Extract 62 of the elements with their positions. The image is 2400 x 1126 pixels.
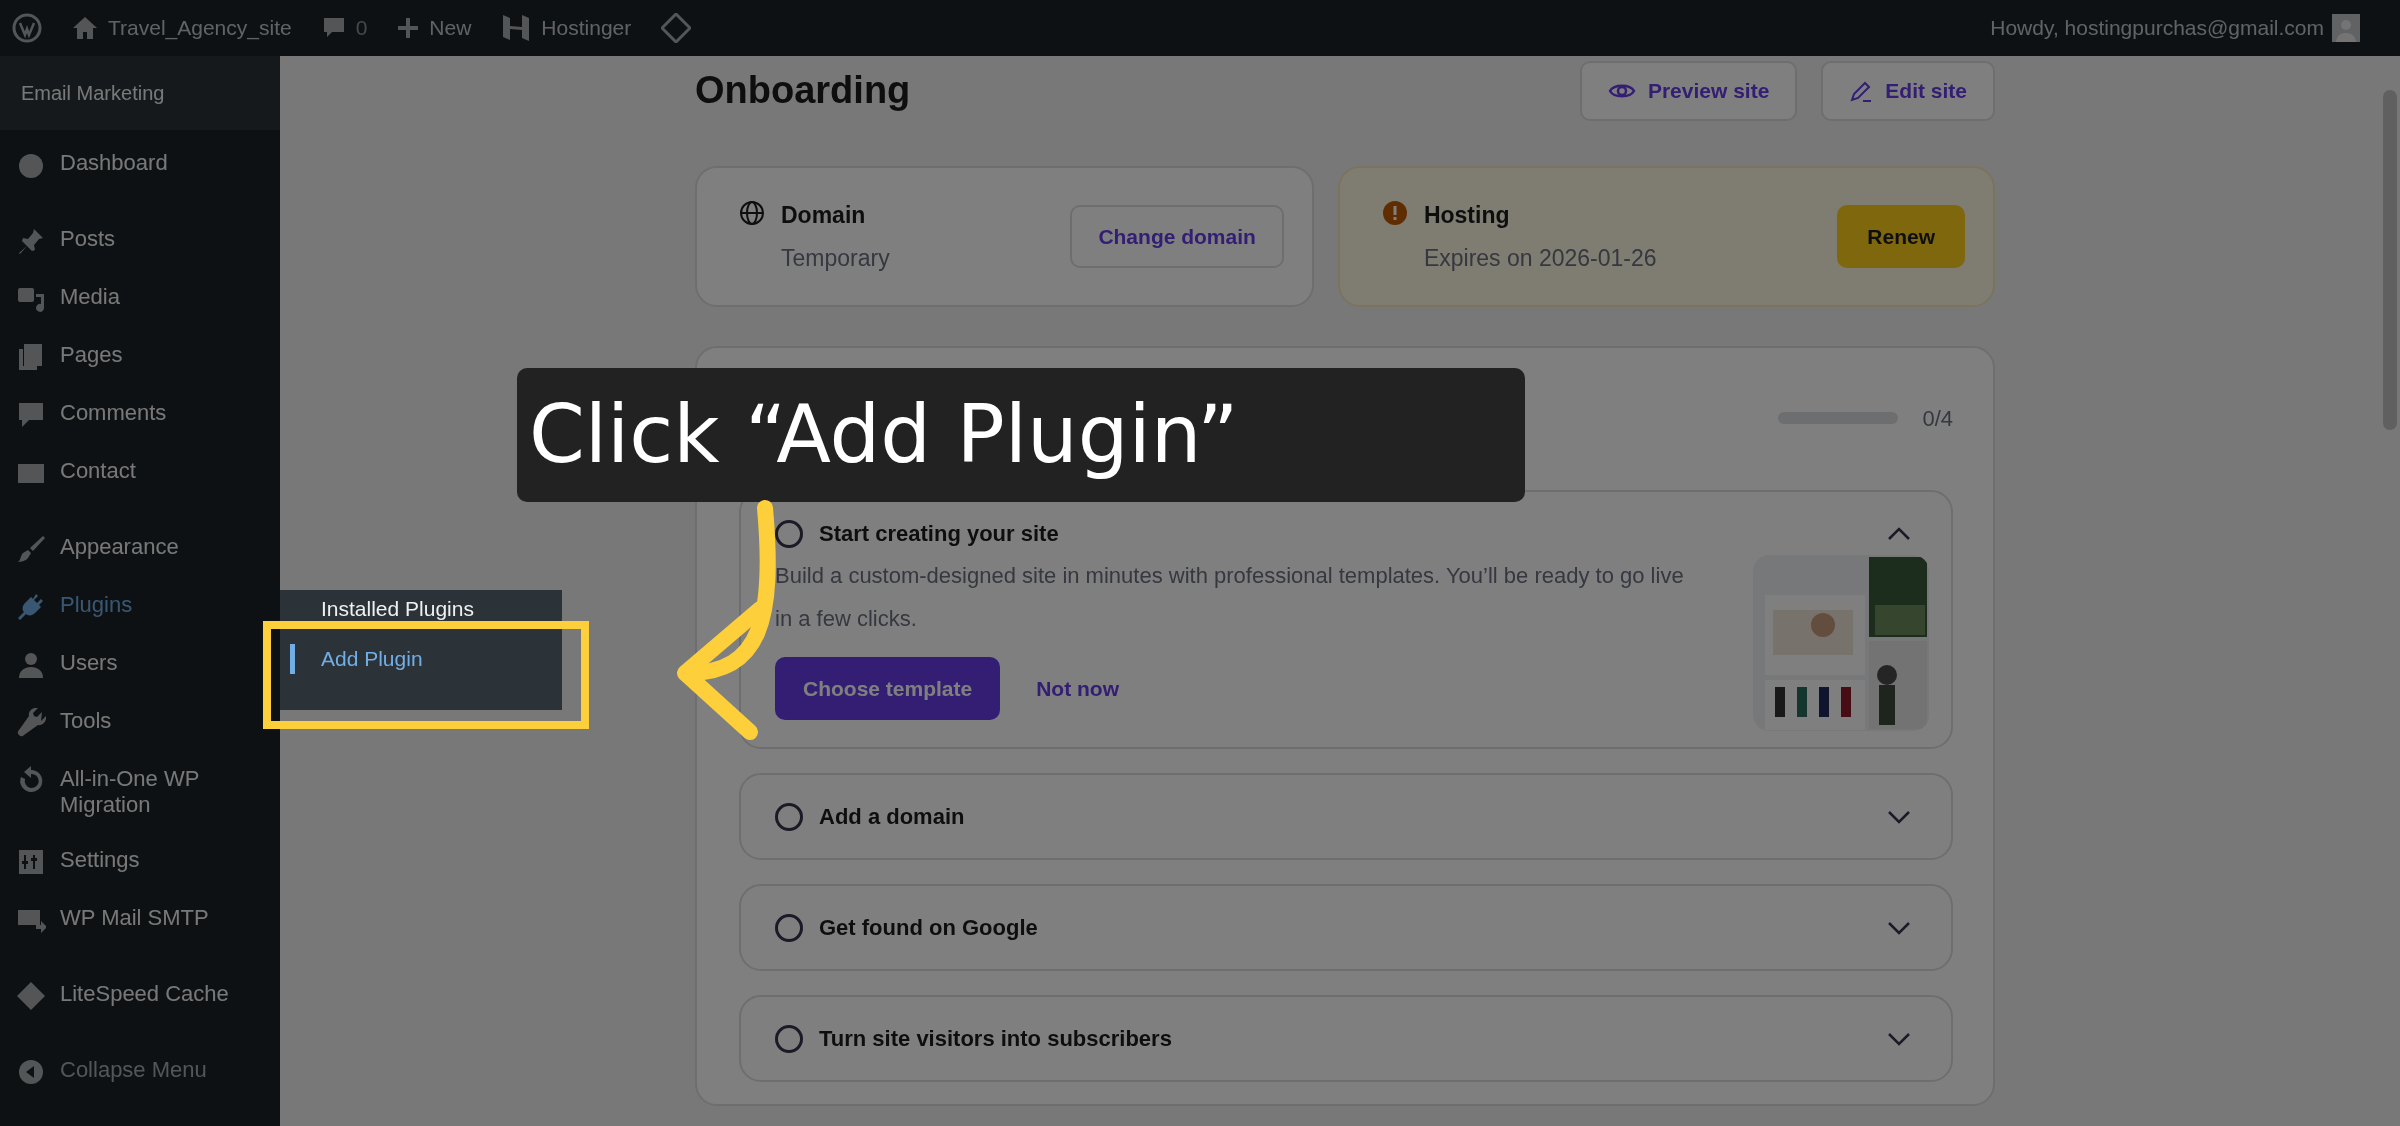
page-title: Onboarding xyxy=(695,68,911,114)
chevron-down-icon[interactable] xyxy=(1887,921,1911,936)
comment-icon xyxy=(321,16,346,40)
card-title: Hosting xyxy=(1423,201,1511,230)
plus-icon xyxy=(397,17,420,39)
sidebar-item[interactable]: Contact xyxy=(0,444,280,502)
renew-button[interactable]: Renew xyxy=(1837,204,1965,269)
sidebar-item[interactable]: Appearance xyxy=(0,520,280,578)
setup-step[interactable]: Get found on Google xyxy=(739,884,1953,971)
wordpress-logo-icon[interactable] xyxy=(12,13,42,43)
sidebar-item[interactable]: All-in-One WP Migration xyxy=(0,752,280,833)
step-title: Start creating your site xyxy=(819,520,1059,548)
tutorial-tooltip: Click “Add Plugin” xyxy=(517,368,1525,502)
diamond-icon xyxy=(16,980,46,1011)
step-description: Build a custom-designed site in minutes with professional templates. You’ll be ready to go live in a few clicks. xyxy=(775,562,1685,633)
speech-bubble-icon xyxy=(16,400,46,430)
sidebar-item[interactable]: LiteSpeed Cache xyxy=(0,966,280,1025)
chevron-up-icon[interactable] xyxy=(1887,527,1911,542)
site-name-link[interactable]: Travel_Agency_site xyxy=(108,12,292,44)
progress-count: 0/4 xyxy=(1922,404,1953,433)
step-title: Add a domain xyxy=(819,803,965,831)
collapse-menu-button[interactable]: Collapse Menu xyxy=(0,1042,280,1101)
sidebar-item[interactable]: Dashboard xyxy=(0,136,280,194)
hostinger-logo-icon xyxy=(501,13,532,43)
hostinger-link[interactable]: Hostinger xyxy=(541,12,632,44)
wrench-icon xyxy=(16,708,46,738)
step-title: Turn site visitors into subscribers xyxy=(819,1025,1172,1053)
warning-icon xyxy=(1381,200,1408,226)
sidebar-item[interactable]: WP Mail SMTP xyxy=(0,890,280,949)
card-subtitle: Temporary xyxy=(781,243,890,273)
sidebar-item[interactable]: Settings xyxy=(0,832,280,891)
setup-step[interactable]: Add a domain xyxy=(739,773,1953,860)
change-domain-button[interactable]: Change domain xyxy=(1070,204,1284,269)
submenu-item[interactable]: Add Plugin xyxy=(290,644,562,674)
not-now-button[interactable]: Not now xyxy=(1008,656,1147,721)
brush-icon xyxy=(16,534,46,564)
plug-icon xyxy=(16,592,46,622)
submenu-item[interactable]: Installed Plugins xyxy=(290,594,562,624)
setup-step[interactable]: Turn site visitors into subscribers xyxy=(739,995,1953,1082)
sidebar-item[interactable]: Tools xyxy=(0,694,280,752)
sidebar-item[interactable]: Posts xyxy=(0,212,280,270)
choose-template-button[interactable]: Choose template xyxy=(775,656,1001,721)
chevron-down-icon[interactable] xyxy=(1887,1032,1911,1047)
scrollbar-thumb[interactable] xyxy=(2383,90,2397,430)
person-icon xyxy=(16,650,46,680)
sidebar-item[interactable]: Media xyxy=(0,270,280,328)
sidebar-item[interactable]: Plugins xyxy=(0,578,280,636)
edit-site-button[interactable]: Edit site xyxy=(1821,61,1995,121)
home-icon xyxy=(72,16,98,40)
card-subtitle: Expires on 2026-01-26 xyxy=(1423,243,1657,273)
step-title: Get found on Google xyxy=(819,914,1038,942)
pencil-icon xyxy=(1849,79,1874,103)
card-title: Domain xyxy=(781,201,867,230)
sidebar-item[interactable]: Comments xyxy=(0,386,280,444)
globe-icon xyxy=(739,200,765,226)
sidebar-item[interactable]: Users xyxy=(0,636,280,694)
new-link[interactable]: New xyxy=(429,12,472,44)
chevron-down-icon[interactable] xyxy=(1887,810,1911,825)
preview-site-button[interactable]: Preview site xyxy=(1579,61,1798,121)
diamond-icon[interactable] xyxy=(661,13,692,43)
sidebar-item[interactable]: Pages xyxy=(0,328,280,386)
greeting-text[interactable]: Howdy, hostingpurchas@gmail.com xyxy=(1990,12,2324,44)
